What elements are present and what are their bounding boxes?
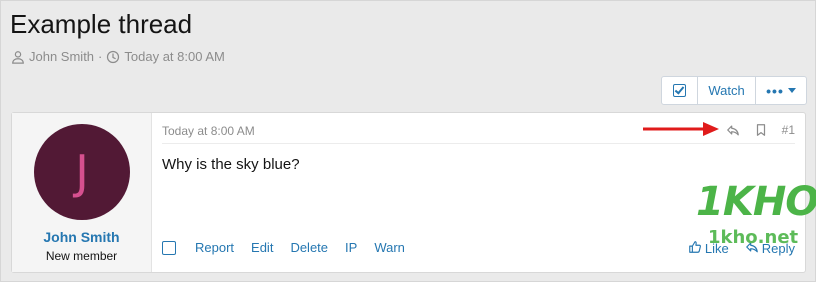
- post-user-panel: J John Smith New member: [12, 113, 152, 272]
- watch-button[interactable]: Watch: [698, 77, 756, 104]
- post-header-divider: [162, 143, 795, 144]
- select-thread-button[interactable]: [662, 77, 698, 104]
- thread-meta: John Smith · Today at 8:00 AM: [11, 49, 225, 64]
- thread-author-link[interactable]: John Smith: [29, 49, 94, 64]
- checkbox-icon: [673, 84, 686, 97]
- post: J John Smith New member Today at 8:00 AM…: [11, 112, 806, 273]
- thread-toolbar: Watch •••: [661, 76, 807, 105]
- post-body: Why is the sky blue?: [162, 156, 300, 173]
- bookmark-icon[interactable]: [754, 123, 768, 137]
- user-icon: [11, 50, 25, 64]
- ellipsis-icon: •••: [766, 82, 784, 99]
- watermark-logo: 1KHO: [696, 179, 816, 225]
- thread-date-link[interactable]: Today at 8:00 AM: [124, 49, 224, 64]
- clock-icon: [106, 50, 120, 64]
- user-title: New member: [45, 249, 118, 263]
- red-arrow-annotation: [643, 122, 719, 136]
- warn-link[interactable]: Warn: [374, 240, 405, 255]
- report-link[interactable]: Report: [195, 240, 234, 255]
- more-options-button[interactable]: •••: [756, 77, 806, 104]
- watermark-url: 1kho.net: [708, 227, 799, 248]
- post-tools: #1: [726, 123, 795, 137]
- select-post-checkbox[interactable]: [162, 240, 176, 255]
- share-icon[interactable]: [726, 123, 740, 137]
- delete-link[interactable]: Delete: [290, 240, 328, 255]
- post-actions: Report Edit Delete IP Warn: [162, 240, 422, 255]
- edit-link[interactable]: Edit: [251, 240, 273, 255]
- ip-link[interactable]: IP: [345, 240, 357, 255]
- watermark: 1KHO 1kho.net: [696, 182, 816, 257]
- thread-title: Example thread: [10, 9, 193, 39]
- avatar[interactable]: J: [34, 124, 130, 220]
- meta-separator: ·: [98, 49, 103, 64]
- caret-down-icon: [787, 88, 796, 93]
- post-date-link[interactable]: Today at 8:00 AM: [162, 124, 255, 138]
- post-username-link[interactable]: John Smith: [12, 229, 151, 245]
- post-number-link[interactable]: #1: [782, 123, 795, 137]
